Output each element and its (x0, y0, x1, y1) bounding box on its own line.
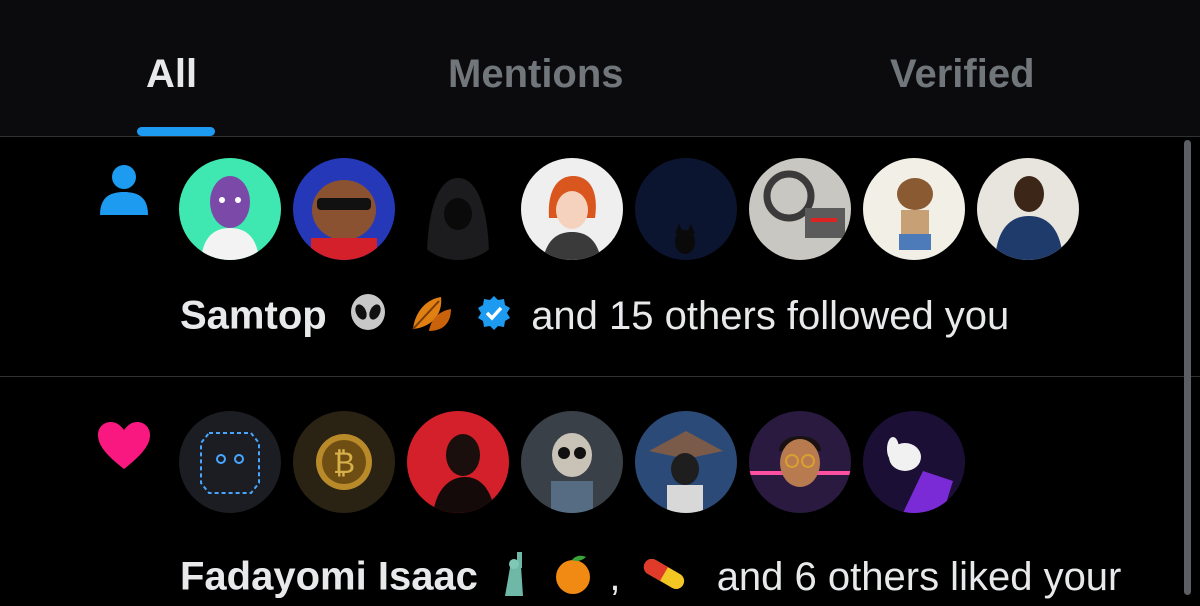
pill-emoji (638, 555, 690, 603)
follower-avatars (179, 158, 1079, 260)
user-name[interactable]: Samtop (180, 294, 327, 338)
notification-text: Fadayomi Isaac , and 6 others liked your (180, 552, 1121, 606)
avatar[interactable] (407, 158, 509, 260)
avatar[interactable] (749, 158, 851, 260)
avatar[interactable] (863, 411, 965, 513)
liker-avatars: ₿ (179, 411, 965, 513)
verified-badge-icon (476, 295, 512, 341)
notification-text: Samtop and 15 others followed you (180, 293, 1009, 343)
scrollbar[interactable] (1184, 140, 1191, 595)
avatar[interactable] (977, 158, 1079, 260)
notification-message: and 15 others followed you (531, 293, 1010, 338)
avatar[interactable] (179, 411, 281, 513)
tangerine-emoji (552, 553, 594, 605)
tab-verified[interactable]: Verified (890, 52, 1035, 97)
person-icon (98, 164, 150, 221)
avatar[interactable] (293, 158, 395, 260)
avatar[interactable]: ₿ (293, 411, 395, 513)
notification-tabs: All Mentions Verified (0, 0, 1200, 137)
notification-follow[interactable]: Samtop and 15 others followed you (0, 137, 1200, 377)
avatar[interactable] (749, 411, 851, 513)
avatar[interactable] (521, 158, 623, 260)
user-name[interactable]: Fadayomi Isaac (180, 555, 478, 599)
avatar[interactable] (521, 411, 623, 513)
alien-emoji (348, 293, 388, 343)
fallen-leaf-emoji (409, 293, 455, 343)
avatar[interactable] (407, 411, 509, 513)
separator-comma: , (609, 554, 621, 599)
svg-text:₿: ₿ (333, 446, 355, 481)
notification-like[interactable]: ₿ Fadayomi Isaac , and 6 others liked yo (0, 377, 1200, 599)
statue-of-liberty-emoji (497, 552, 531, 606)
avatar[interactable] (179, 158, 281, 260)
avatar[interactable] (863, 158, 965, 260)
notification-message: and 6 others liked your (716, 554, 1122, 599)
heart-icon (96, 421, 152, 476)
avatar[interactable] (635, 411, 737, 513)
active-tab-indicator (137, 127, 215, 136)
tab-all[interactable]: All (146, 52, 197, 97)
tab-mentions[interactable]: Mentions (448, 52, 624, 97)
avatar[interactable] (635, 158, 737, 260)
